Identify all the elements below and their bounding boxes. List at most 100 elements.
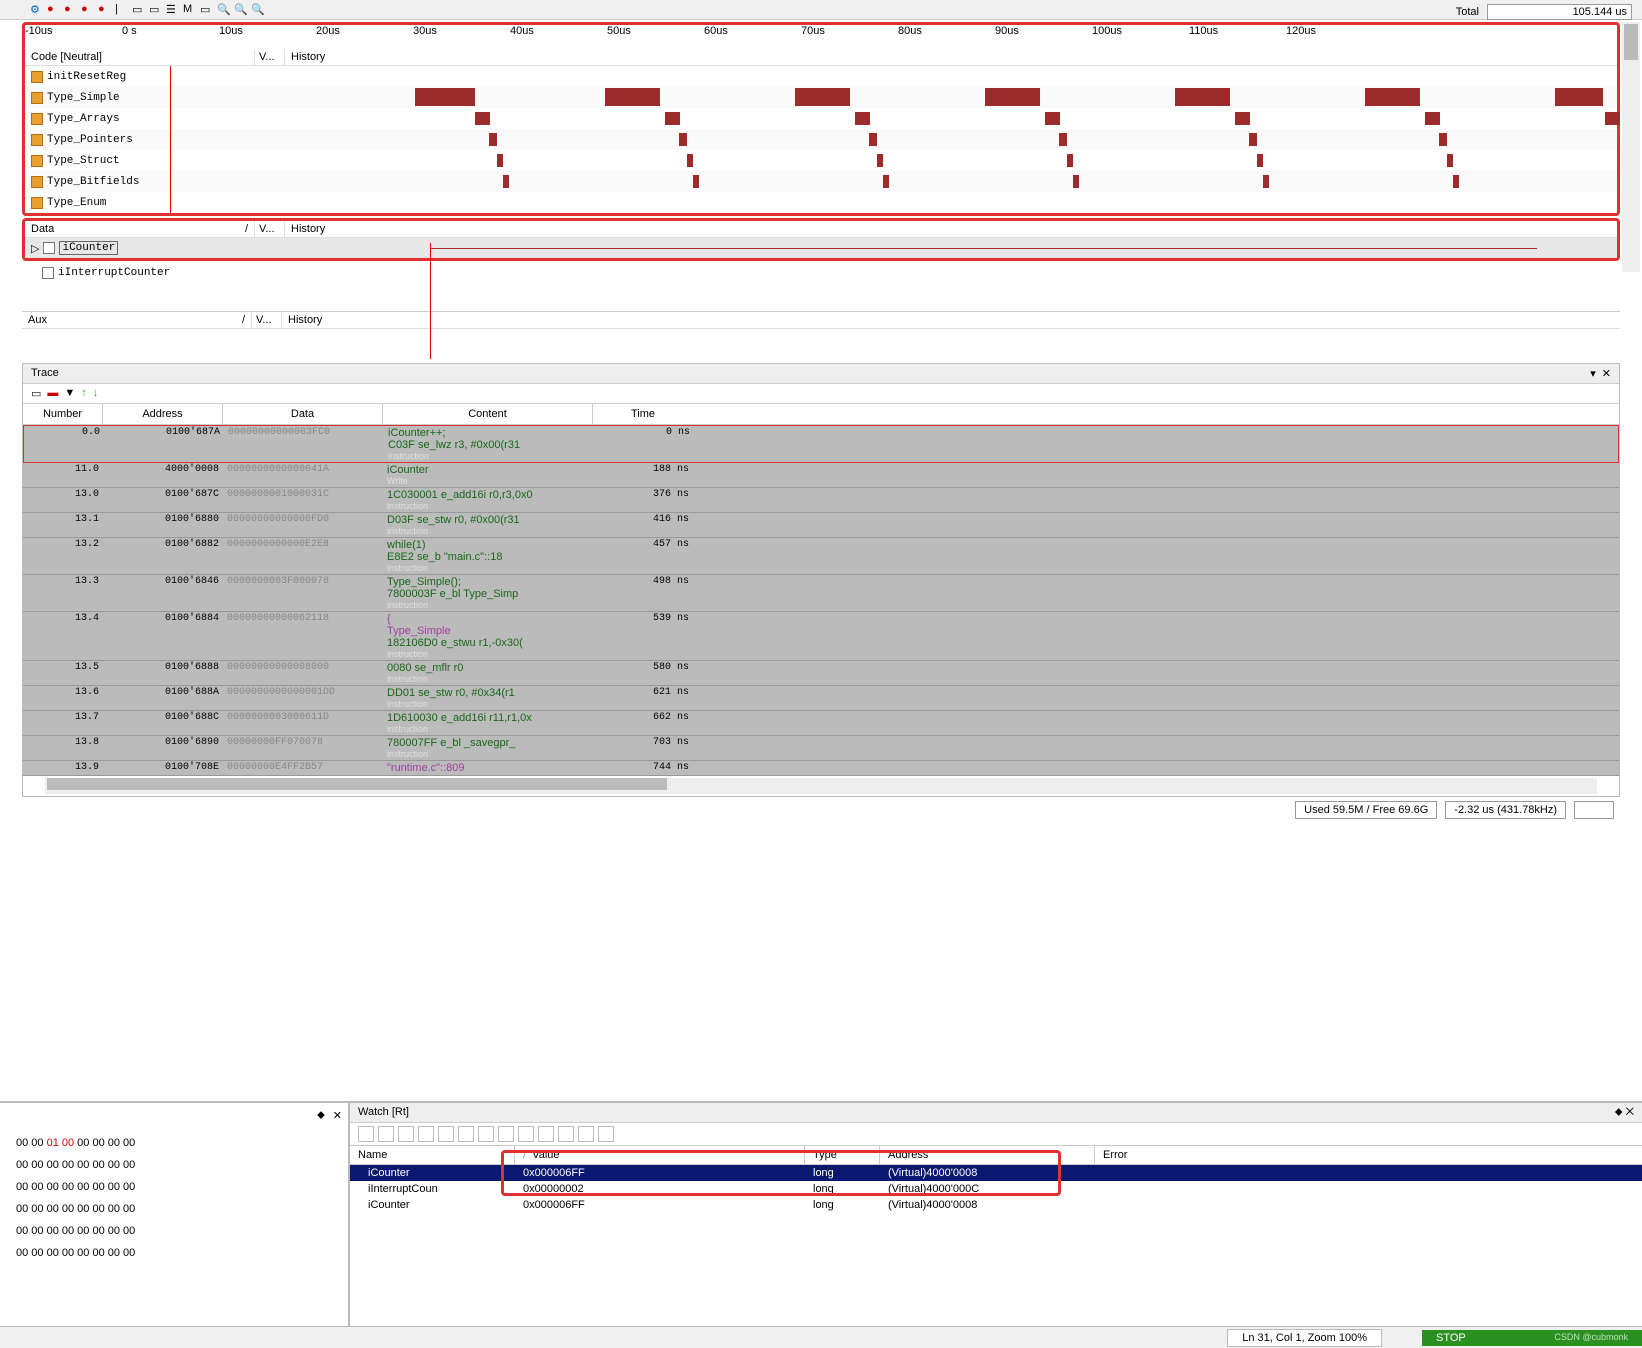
trace-row[interactable]: 0.00100'687A00000000000003FC0iCounter++;… [23,425,1619,463]
axis-tick: 110us [1189,25,1218,37]
trace-row[interactable]: 13.80100'689000000000FF070078780007FF e_… [23,736,1619,761]
trace-row[interactable]: 13.50100'6888000000000000080000080 se_mf… [23,661,1619,686]
code-col-name[interactable]: Code [Neutral] [25,49,255,65]
code-row[interactable]: initResetReg [25,66,1617,87]
tool-icon[interactable] [358,1126,374,1142]
watch-col-value[interactable]: / Value [515,1146,805,1164]
axis-tick: 20us [316,25,340,37]
watch-col-type[interactable]: Type [805,1146,880,1164]
marker-icon[interactable]: ● [47,3,61,17]
watch-toolbar [350,1123,1642,1145]
tool-icon[interactable] [518,1126,534,1142]
code-row[interactable]: Type_Bitfields [25,171,1617,192]
close-icon[interactable]: ✕ [1626,1106,1634,1118]
tool-icon[interactable]: ▬ [47,387,58,400]
trace-row[interactable]: 13.40100'688400000000000062118{Type_Simp… [23,612,1619,661]
execution-bar [869,133,877,146]
tool-icon[interactable]: M [183,3,197,17]
trace-col-number[interactable]: Number [23,404,103,424]
filter-icon[interactable]: ▼ [64,387,75,400]
tool-icon[interactable] [558,1126,574,1142]
function-icon [31,113,43,125]
vertical-scrollbar[interactable] [1622,22,1640,272]
data-col-v[interactable]: V... [255,221,285,237]
execution-bar [1263,175,1269,188]
tool-icon[interactable] [458,1126,474,1142]
trace-row[interactable]: 13.70100'688C0000000003000611D1D610030 e… [23,711,1619,736]
pin-icon[interactable]: ⬥ [1615,1106,1623,1118]
zoom-icon[interactable]: 🔍 [234,3,248,17]
tool-icon[interactable] [578,1126,594,1142]
data-col-name[interactable]: Data/ [25,221,255,237]
axis-tick: 40us [510,25,534,37]
marker-icon[interactable]: ● [98,3,112,17]
code-row[interactable]: Type_Pointers [25,129,1617,150]
zoom-icon[interactable]: 🔍 [217,3,231,17]
tool-icon[interactable]: ☰ [166,3,180,17]
tool-icon[interactable]: ▭ [200,3,214,17]
watch-col-address[interactable]: Address [880,1146,1095,1164]
axis-tick: 70us [801,25,825,37]
down-icon[interactable]: ↓ [93,387,99,400]
trace-col-content[interactable]: Content [383,404,593,424]
tool-icon[interactable]: ▭ [132,3,146,17]
execution-bar [605,88,660,106]
close-icon[interactable]: ✕ [1602,367,1611,380]
minimize-icon[interactable]: ▾ [1590,367,1596,380]
tool-icon[interactable] [478,1126,494,1142]
trace-row[interactable]: 13.20100'68820000000000000E2E8while(1)E8… [23,538,1619,575]
watch-row[interactable]: iCounter0x000006FFlong(Virtual)4000'0008 [350,1197,1642,1213]
trace-row[interactable]: 13.00100'687C0000000001000031C1C030001 e… [23,488,1619,513]
trace-row[interactable]: 13.90100'708E00000000E4FF2B57"runtime.c"… [23,761,1619,776]
tool-icon[interactable] [418,1126,434,1142]
trace-col-address[interactable]: Address [103,404,223,424]
horizontal-scrollbar[interactable] [45,778,1597,794]
zoom-icon[interactable]: 🔍 [251,3,265,17]
trace-col-data[interactable]: Data [223,404,383,424]
data-row[interactable]: ▷iCounter [25,238,1617,258]
trace-row[interactable]: 13.60100'688A0000000000000001DDDD01 se_s… [23,686,1619,711]
trace-col-time[interactable]: Time [593,404,693,424]
time-cursor[interactable] [430,329,431,359]
code-row[interactable]: Type_Simple [25,87,1617,108]
tool-icon[interactable] [598,1126,614,1142]
pin-icon[interactable]: ⬥ [317,1109,325,1122]
watch-row[interactable]: iCounter0x000006FFlong(Virtual)4000'0008 [350,1165,1642,1181]
aux-col-history[interactable]: History [282,312,1620,328]
data-col-history[interactable]: History [285,221,1617,237]
tool-icon[interactable]: ▭ [31,387,41,400]
code-row[interactable]: Type_Enum [25,192,1617,213]
close-icon[interactable]: ✕ [333,1109,342,1122]
tool-icon[interactable] [398,1126,414,1142]
tool-icon[interactable]: ▭ [149,3,163,17]
code-row[interactable]: Type_Struct [25,150,1617,171]
watch-row[interactable]: iInterruptCoun0x00000002long(Virtual)400… [350,1181,1642,1197]
tool-icon[interactable] [438,1126,454,1142]
memory-status: Used 59.5M / Free 69.6G [1295,801,1437,819]
trace-row[interactable]: 13.30100'68460000000003F000078Type_Simpl… [23,575,1619,612]
total-value[interactable] [1487,4,1632,20]
code-col-v[interactable]: V... [255,49,285,65]
execution-bar [1605,112,1620,125]
marker-icon[interactable]: ● [64,3,78,17]
data-row[interactable]: iInterruptCounter [22,263,1620,283]
tool-icon[interactable] [378,1126,394,1142]
aux-col-v[interactable]: V... [252,312,282,328]
function-icon [31,134,43,146]
execution-bar [1175,88,1230,106]
binoculars-icon[interactable] [498,1126,514,1142]
cursor-position: Ln 31, Col 1, Zoom 100% [1227,1329,1382,1347]
watch-col-error[interactable]: Error [1095,1146,1642,1164]
marker-icon[interactable]: ● [81,3,95,17]
status-bar: Used 59.5M / Free 69.6G -2.32 us (431.78… [0,797,1642,823]
code-row[interactable]: Type_Arrays [25,108,1617,129]
trace-row[interactable]: 13.10100'688000000000000000FD0D03F se_st… [23,513,1619,538]
time-cursor[interactable] [170,66,171,213]
watch-col-name[interactable]: Name [350,1146,515,1164]
save-icon[interactable] [538,1126,554,1142]
aux-col-name[interactable]: Aux/ [22,312,252,328]
gear-icon[interactable]: ⚙ [30,3,44,17]
up-icon[interactable]: ↑ [81,387,87,400]
code-col-history[interactable]: History [285,49,1617,65]
trace-row[interactable]: 11.04000'00080000000000000041AiCounterWr… [23,463,1619,488]
